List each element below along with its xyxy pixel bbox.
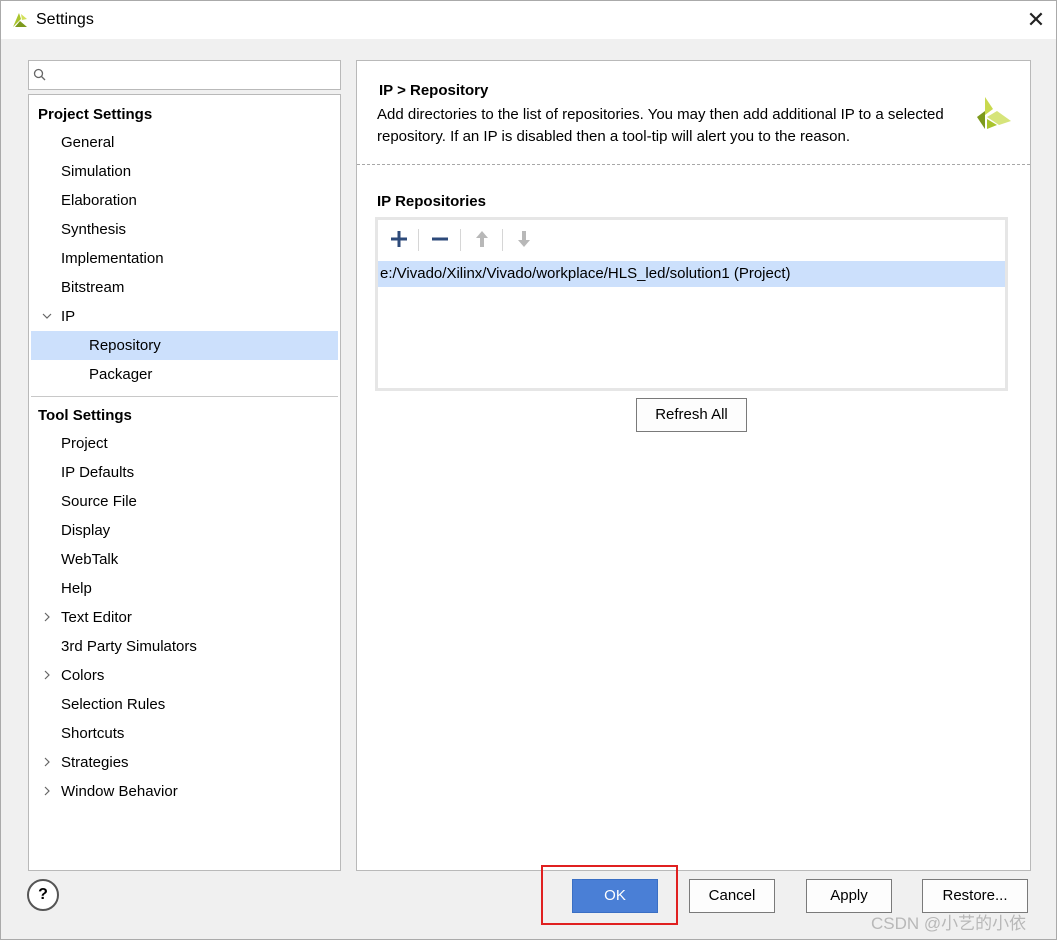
move-down-icon[interactable] [511,226,537,252]
title-bar: Settings ✕ [1,1,1056,39]
tree-item-display[interactable]: Display [31,516,338,545]
content-header: IP > Repository Add directories to the l… [357,61,1030,165]
move-up-icon[interactable] [469,226,495,252]
breadcrumb: IP > Repository [379,82,489,99]
ok-highlight-box [541,865,678,925]
tree-item-packager[interactable]: Packager [31,360,338,389]
settings-window: Settings ✕ Project Settings General Simu… [0,0,1057,940]
repository-row[interactable]: e:/Vivado/Xilinx/Vivado/workplace/HLS_le… [378,261,1005,287]
chevron-right-icon[interactable] [41,777,53,817]
tree-item-implementation[interactable]: Implementation [31,244,338,273]
tool-settings-header: Tool Settings [38,407,132,424]
refresh-all-button[interactable]: Refresh All [636,398,747,432]
add-icon[interactable] [386,226,412,252]
cancel-button[interactable]: Cancel [689,879,775,913]
tree-item-strategies[interactable]: Strategies [31,748,338,777]
restore-button[interactable]: Restore... [922,879,1028,913]
apply-button[interactable]: Apply [806,879,892,913]
tree-item-shortcuts[interactable]: Shortcuts [31,719,338,748]
section-title: IP Repositories [377,193,486,210]
repository-toolbar [378,220,1005,258]
close-icon[interactable]: ✕ [1021,5,1051,35]
window-title: Settings [36,11,94,28]
toolbar-separator [460,229,461,251]
repository-list: e:/Vivado/Xilinx/Vivado/workplace/HLS_le… [375,217,1008,391]
tree-item-synthesis[interactable]: Synthesis [31,215,338,244]
tree-item-text-editor[interactable]: Text Editor [31,603,338,632]
tree-item-webtalk[interactable]: WebTalk [31,545,338,574]
remove-icon[interactable] [427,226,453,252]
tree-item-repository[interactable]: Repository [31,331,338,360]
tree-item-bitstream[interactable]: Bitstream [31,273,338,302]
search-icon [33,68,47,85]
tree-item-project[interactable]: Project [31,429,338,458]
toolbar-separator [502,229,503,251]
toolbar-separator [418,229,419,251]
tree-item-selection-rules[interactable]: Selection Rules [31,690,338,719]
tree-item-general[interactable]: General [31,128,338,157]
tree-item-window-behavior[interactable]: Window Behavior [31,777,338,806]
watermark: CSDN @小艺的小依 [871,914,1027,933]
help-button[interactable]: ? [27,879,59,911]
tree-item-ip[interactable]: IP [31,302,338,331]
project-settings-header: Project Settings [38,106,153,123]
tree-item-simulation[interactable]: Simulation [31,157,338,186]
tree-item-source-file[interactable]: Source File [31,487,338,516]
tree-divider [31,396,338,397]
tree-item-help[interactable]: Help [31,574,338,603]
page-description: Add directories to the list of repositor… [377,106,944,145]
vivado-logo-icon [977,97,1011,129]
tree-item-3rd-party-simulators[interactable]: 3rd Party Simulators [31,632,338,661]
tree-item-ip-defaults[interactable]: IP Defaults [31,458,338,487]
vivado-logo-icon [13,13,27,27]
settings-content-panel: IP > Repository Add directories to the l… [356,60,1031,871]
settings-tree: Project Settings General Simulation Elab… [28,94,341,871]
tree-item-elaboration[interactable]: Elaboration [31,186,338,215]
tree-item-colors[interactable]: Colors [31,661,338,690]
search-input[interactable] [28,60,341,90]
